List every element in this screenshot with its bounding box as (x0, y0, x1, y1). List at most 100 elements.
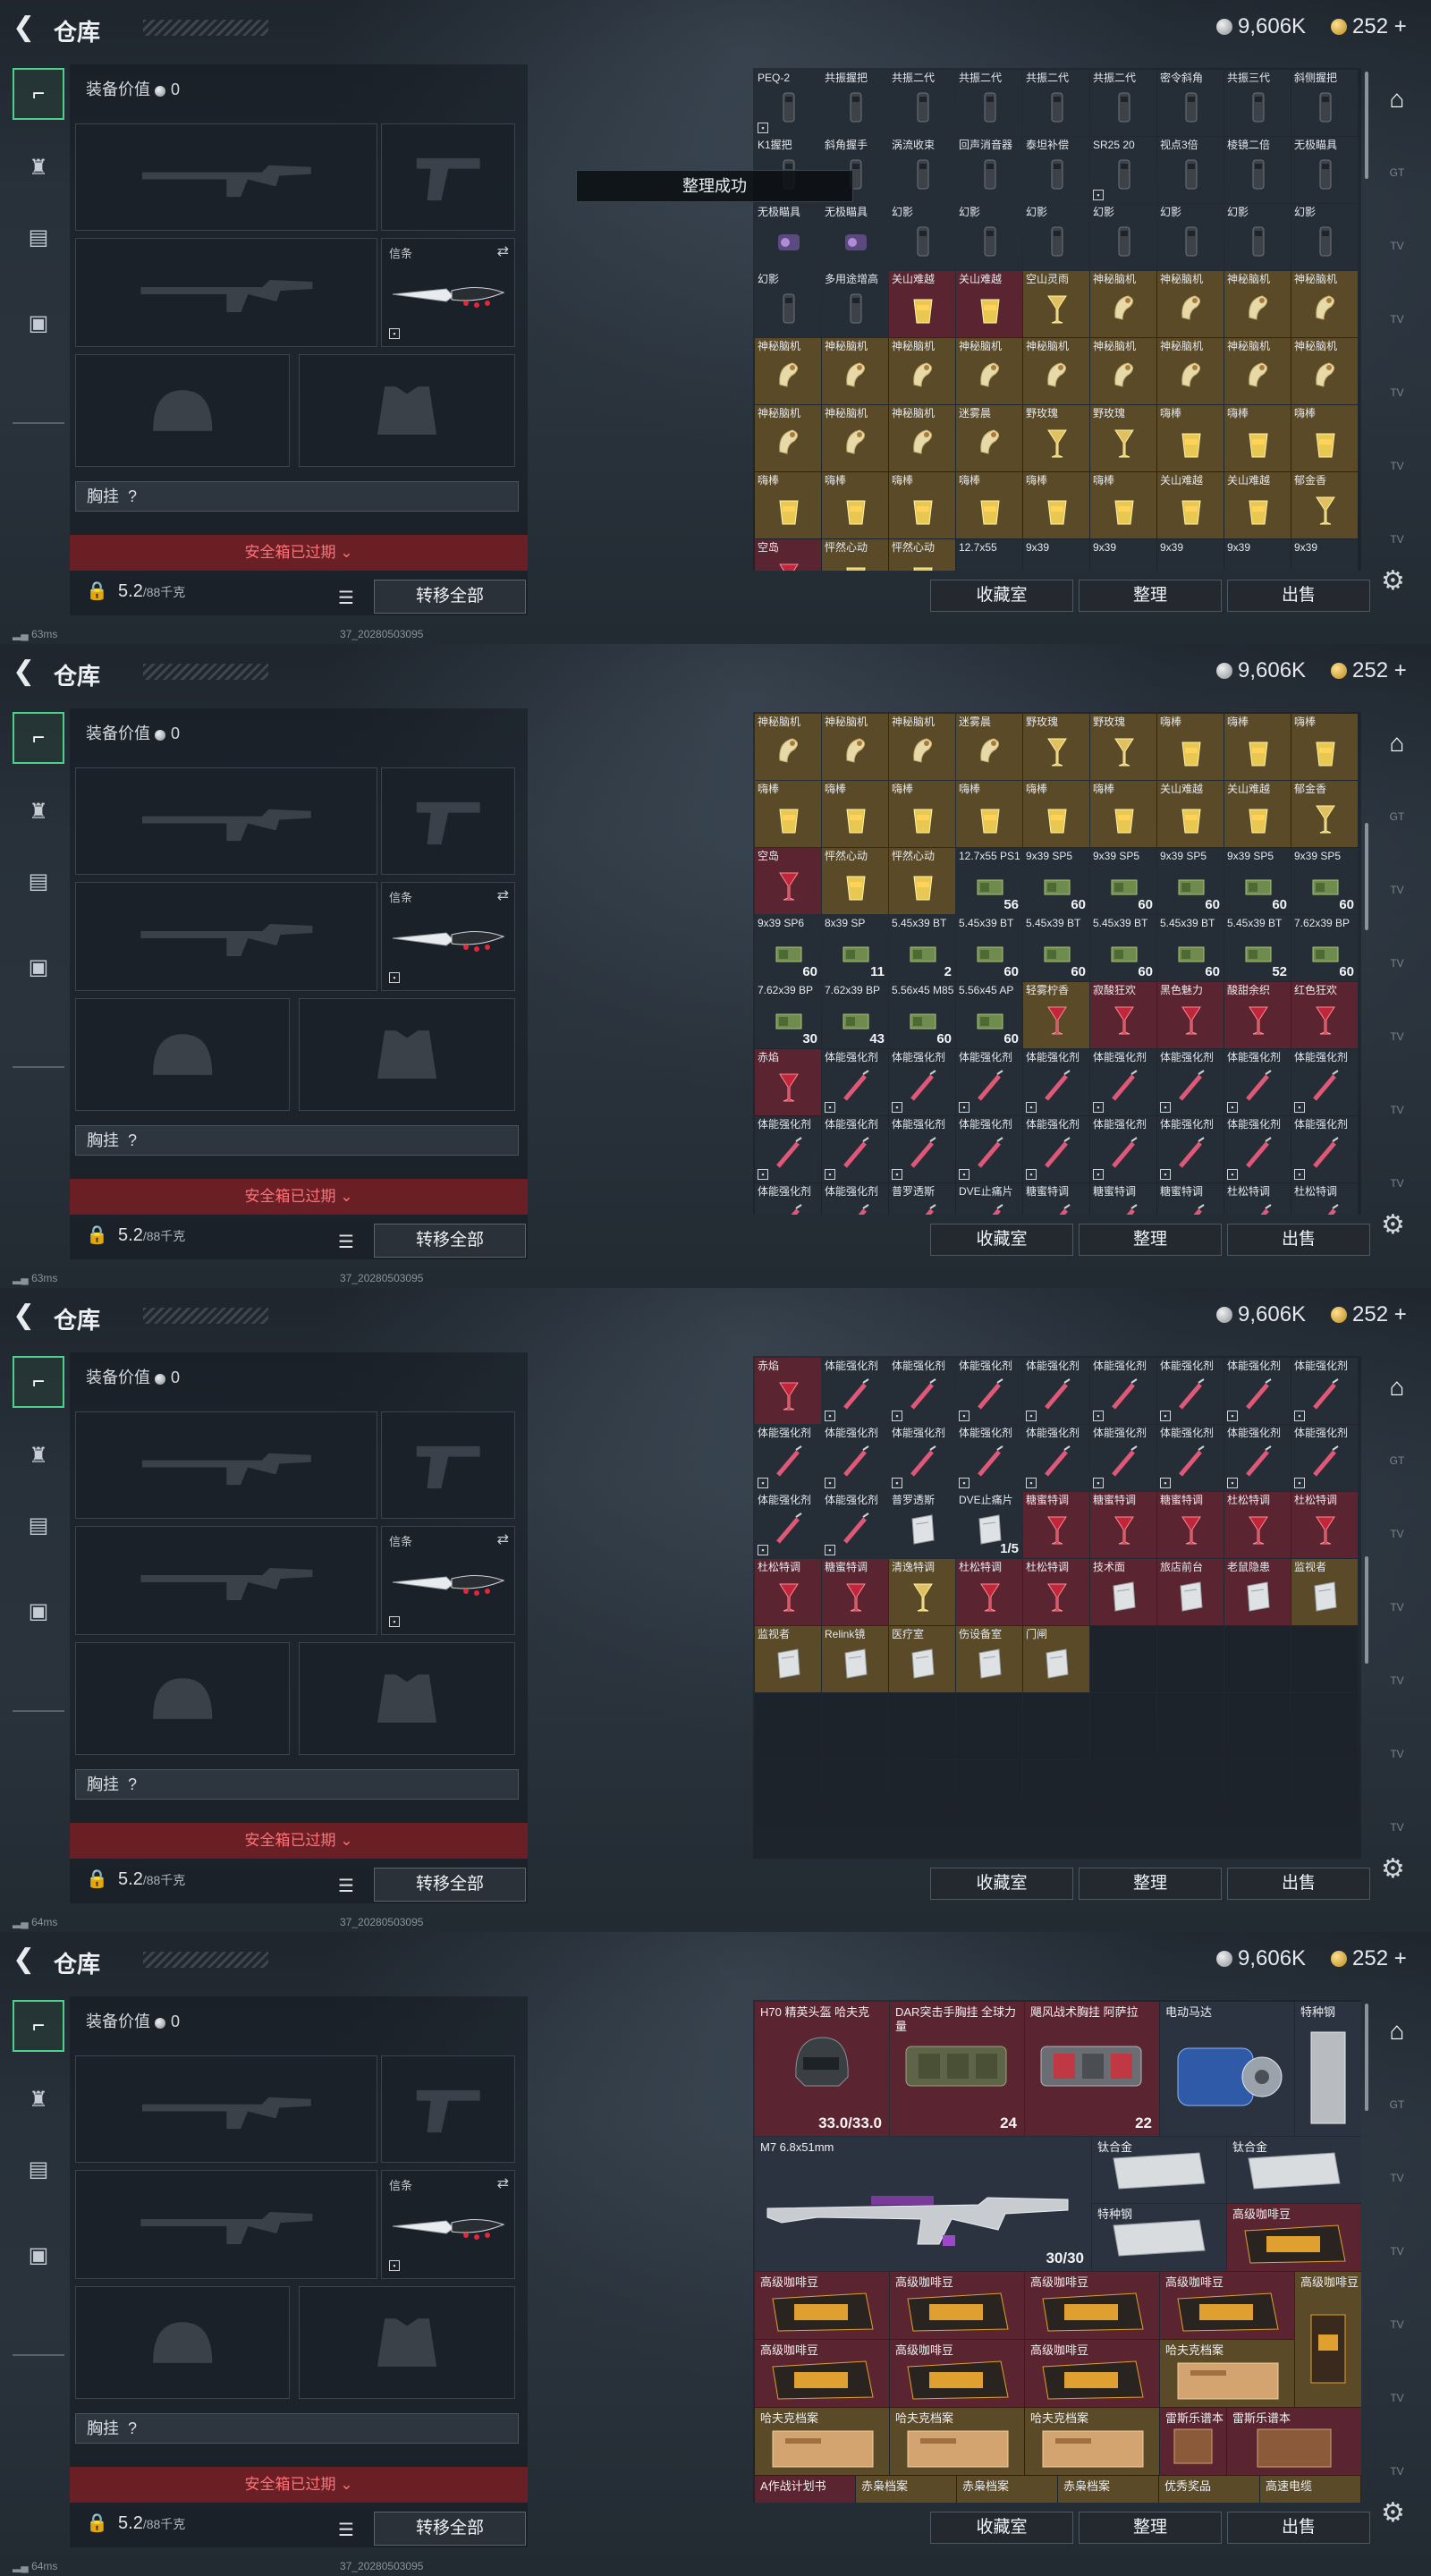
primary-weapon-slot[interactable] (75, 1411, 377, 1519)
storage-item[interactable]: 体能强化剂 ▪ (755, 1425, 821, 1491)
weapon-tab-icon[interactable]: ⌐ (13, 1356, 64, 1408)
storage-item[interactable]: 神秘脑机 (1157, 271, 1224, 337)
storage-item[interactable]: DVE止痛片▪ (956, 1183, 1022, 1215)
melee-slot[interactable]: 信条 ⇄ ▪ (381, 1526, 515, 1635)
storage-item[interactable]: 旅店前台 (1157, 1559, 1224, 1625)
back-arrow-icon[interactable]: ❮ (13, 1302, 39, 1329)
armor-slot[interactable] (299, 1642, 515, 1755)
storage-item[interactable]: 体能强化剂 ▪ (755, 1116, 821, 1182)
storage-item[interactable]: 普罗透斯▪ (889, 1183, 955, 1215)
storage-item[interactable]: 清逸特调 (889, 1559, 955, 1625)
storage-item[interactable]: DVE止痛片 1/5 (956, 1492, 1022, 1558)
safe-box-expired-banner[interactable]: 安全箱已过期 ⌄ (70, 1823, 528, 1859)
case-tab-icon[interactable]: ▣ (13, 1585, 64, 1637)
chest-rig-slot[interactable]: 胸挂 ? (75, 1125, 519, 1156)
storage-item[interactable]: 共振三代 (1224, 70, 1291, 136)
add-currency-icon[interactable]: + (1388, 658, 1407, 682)
storage-item[interactable]: 空山灵雨 (1023, 271, 1089, 337)
sort-button[interactable]: 整理 (1079, 1224, 1222, 1256)
storage-item[interactable]: 9x39 SP5 60 (1224, 848, 1291, 914)
storage-item[interactable]: 嗨棒 (1224, 714, 1291, 780)
file-item[interactable]: 哈夫克档案 (755, 2408, 889, 2475)
chest-rig-item[interactable]: 飓风战术胸挂 阿萨拉 22 (1025, 2002, 1159, 2136)
storage-item[interactable]: 体能强化剂 ▪ (1090, 1425, 1156, 1491)
storage-scrollbar[interactable] (1365, 823, 1368, 930)
safe-box-expired-banner[interactable]: 安全箱已过期 ⌄ (70, 1179, 528, 1215)
storage-item[interactable]: 赤焰 (755, 1049, 821, 1115)
storage-item[interactable]: 嗨棒 (1023, 781, 1089, 847)
add-currency-icon[interactable]: + (1388, 1946, 1407, 1970)
storage-item[interactable]: 9x39 (1291, 539, 1358, 571)
storage-item[interactable]: 体能强化剂 ▪ (956, 1425, 1022, 1491)
storage-item[interactable]: 涡流收束 (889, 137, 955, 203)
storage-item[interactable]: 无极瞄具 (1291, 137, 1358, 203)
backpack-tab-icon[interactable]: ▤ (13, 2143, 64, 2195)
coffee-bean-item[interactable]: 高级咖啡豆 (890, 2340, 1024, 2407)
storage-item[interactable]: 体能强化剂 ▪ (1157, 1425, 1224, 1491)
sort-button[interactable]: 整理 (1079, 1868, 1222, 1900)
bottom-row-item[interactable]: 高速电缆 (1260, 2476, 1360, 2503)
storage-item[interactable]: 体能强化剂 ▪ (822, 1425, 888, 1491)
storage-item[interactable]: 回声消音器 (956, 137, 1022, 203)
helmet-item[interactable]: H70 精英头盔 哈夫克 33.0/33.0 (755, 2002, 889, 2136)
storage-item[interactable]: 体能强化剂 ▪ (1291, 1425, 1358, 1491)
storage-item[interactable]: 神秘脑机 (755, 338, 821, 404)
storage-item[interactable]: 嗨棒 (1157, 405, 1224, 471)
storage-item[interactable]: 怦然心动 (889, 848, 955, 914)
storage-item[interactable]: 9x39 SP6 60 (755, 915, 821, 981)
storage-item[interactable]: 酸甜余织 (1224, 982, 1291, 1048)
storage-item[interactable]: 神秘脑机 (822, 338, 888, 404)
storage-item[interactable]: 体能强化剂 ▪ (1023, 1358, 1089, 1424)
storage-item[interactable]: 5.45x39 BT 60 (1090, 915, 1156, 981)
storage-item[interactable]: 体能强化剂 ▪ (889, 1358, 955, 1424)
tv-tab-5-icon[interactable]: TV (1372, 519, 1422, 560)
armor-tab-icon[interactable]: ♜ (13, 785, 64, 837)
storage-item[interactable]: 医疗室 (889, 1626, 955, 1692)
secondary-weapon-slot[interactable] (75, 882, 377, 991)
storage-item[interactable]: 关山难越 (956, 271, 1022, 337)
storage-item[interactable]: 无极瞄具 (822, 204, 888, 270)
storage-item[interactable]: 嗨棒 (956, 472, 1022, 538)
armor-slot[interactable] (299, 998, 515, 1111)
chest-rig-slot[interactable]: 胸挂 ? (75, 481, 519, 512)
sell-button[interactable]: 出售 (1227, 2512, 1370, 2544)
storage-item[interactable]: 嗨棒 (889, 472, 955, 538)
storage-item[interactable]: 嗨棒 (1291, 714, 1358, 780)
bottom-row-item[interactable]: A作战计划书 (755, 2476, 855, 2503)
storage-item[interactable]: 神秘脑机 (755, 405, 821, 471)
silver-currency[interactable]: 9,606K (1216, 1946, 1306, 1971)
storage-item[interactable]: 糖蜜特调▪ (1023, 1183, 1089, 1215)
storage-item[interactable]: 杜松特调 (1023, 1559, 1089, 1625)
transfer-all-button[interactable]: 转移全部 (374, 1224, 526, 1258)
backpack-tab-icon[interactable]: ▤ (13, 1499, 64, 1551)
storage-item[interactable]: 嗨棒 (1224, 405, 1291, 471)
warehouse-tab-icon[interactable]: ⌂ (1372, 79, 1422, 120)
storage-item[interactable]: 怦然心动 (889, 539, 955, 571)
tv-tab-4-icon[interactable]: TV (1372, 1733, 1422, 1775)
transfer-all-button[interactable]: 转移全部 (374, 1868, 526, 1902)
storage-item[interactable]: 9x39 (1090, 539, 1156, 571)
storage-item[interactable]: 野玫瑰 (1090, 405, 1156, 471)
storage-scrollbar[interactable] (1365, 1556, 1368, 1664)
storage-item[interactable]: 监视者 (755, 1626, 821, 1692)
silver-currency[interactable]: 9,606K (1216, 1302, 1306, 1327)
gold-currency[interactable]: 252 + (1331, 658, 1407, 683)
coffee-bean-item[interactable]: 高级咖啡豆 (1160, 2272, 1294, 2339)
storage-item[interactable]: 迷雾晨 (956, 405, 1022, 471)
storage-item[interactable]: 体能强化剂 ▪ (1090, 1358, 1156, 1424)
storage-item[interactable]: 嗨棒 (1157, 714, 1224, 780)
collection-room-button[interactable]: 收藏室 (930, 1224, 1073, 1256)
storage-item[interactable]: 糖蜜特调▪ (1157, 1183, 1224, 1215)
special-steel-item[interactable]: 特种钢 (1092, 2204, 1226, 2271)
warehouse-tab-icon[interactable]: ⌂ (1372, 1367, 1422, 1408)
storage-item[interactable]: 监视者 (1291, 1559, 1358, 1625)
storage-item[interactable]: 体能强化剂 ▪ (822, 1116, 888, 1182)
storage-item[interactable]: 寂酸狂欢 (1090, 982, 1156, 1048)
armor-slot[interactable] (299, 2286, 515, 2399)
helmet-slot[interactable] (75, 998, 290, 1111)
storage-item[interactable]: 神秘脑机 (1224, 338, 1291, 404)
storage-item[interactable]: 神秘脑机 (1023, 338, 1089, 404)
special-steel-item[interactable]: 特种钢 (1295, 2002, 1361, 2136)
chest-rig-item[interactable]: DAR突击手胸挂 全球力量 24 (890, 2002, 1024, 2136)
storage-item[interactable]: 老鼠隐患 (1224, 1559, 1291, 1625)
